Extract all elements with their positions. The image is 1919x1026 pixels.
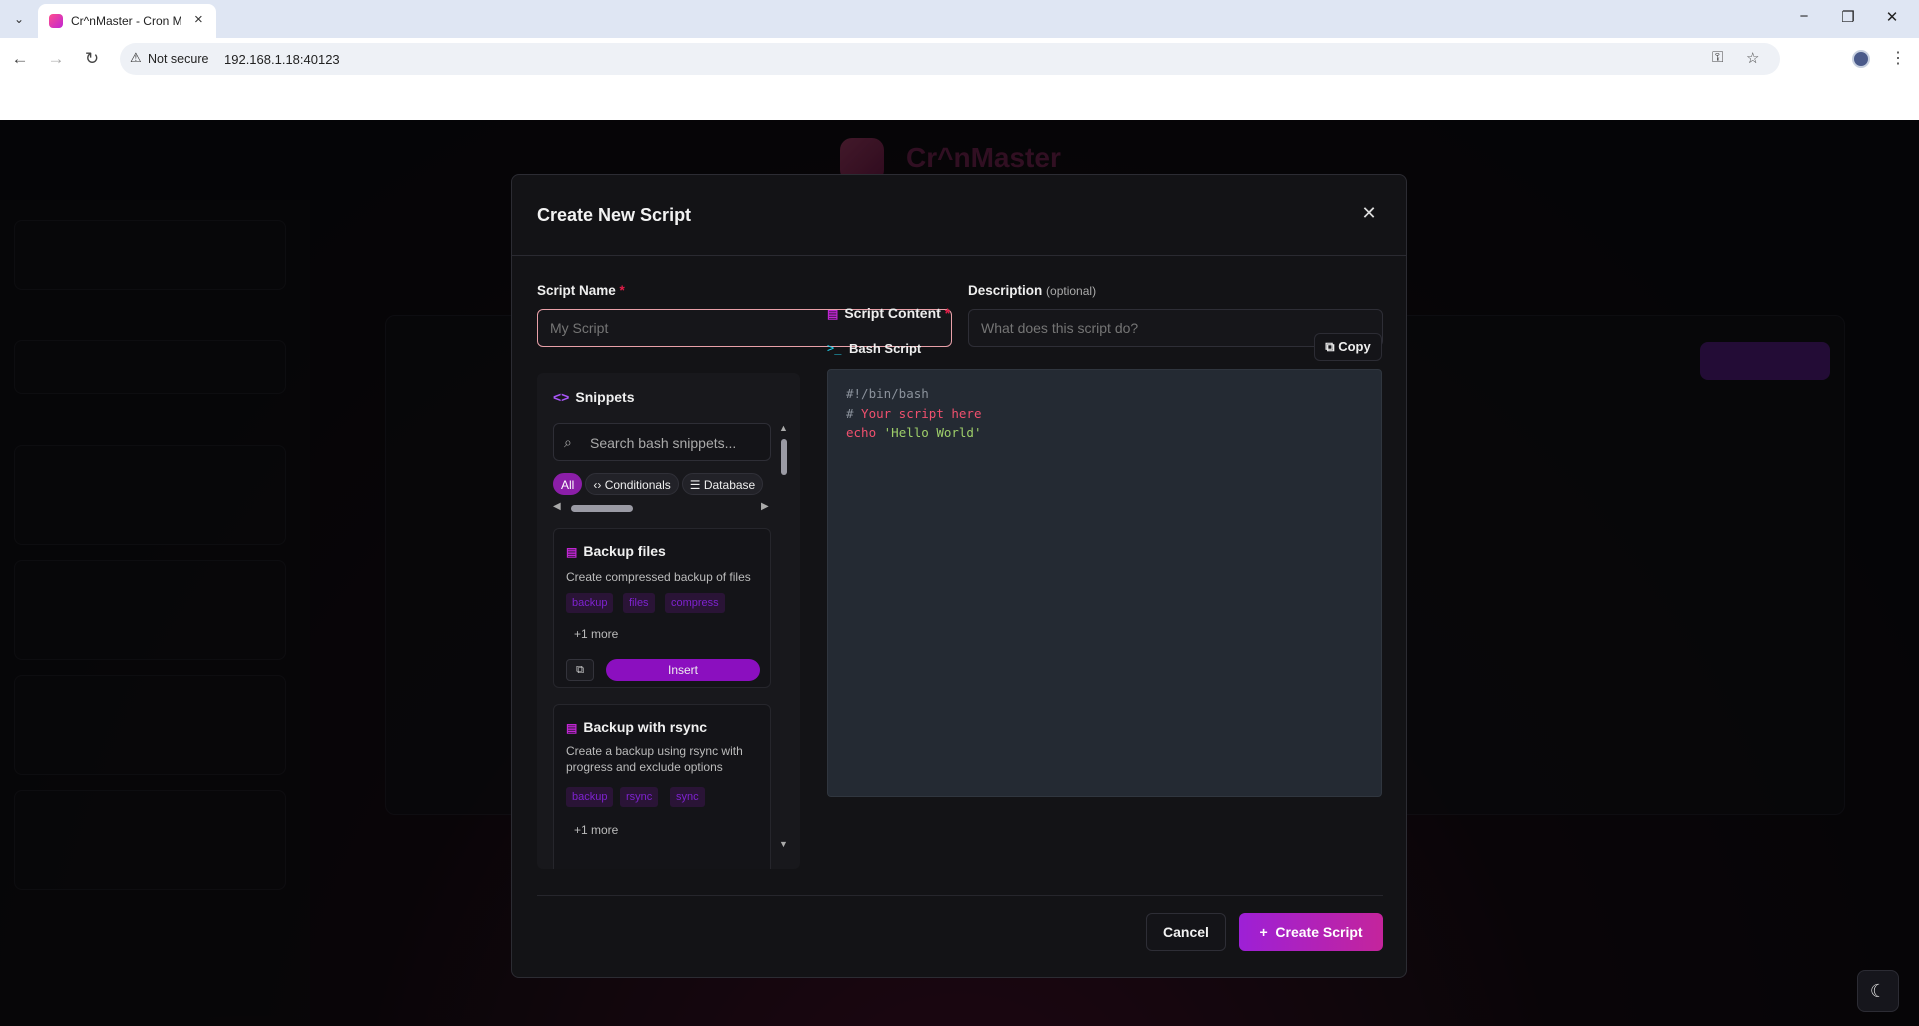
- create-script-button[interactable]: + Create Script: [1239, 913, 1383, 951]
- code-line: echo 'Hello World': [846, 425, 982, 440]
- modal-title: Create New Script: [537, 205, 692, 225]
- copy-icon: ⧉: [1325, 339, 1335, 354]
- horizontal-scrollbar[interactable]: ◀ ▶: [553, 501, 771, 513]
- scrollbar-thumb[interactable]: [781, 439, 787, 475]
- search-icon: ⌕: [564, 434, 572, 450]
- scroll-left-icon[interactable]: ◀: [553, 501, 561, 512]
- back-icon[interactable]: ←: [10, 49, 30, 69]
- close-icon[interactable]: ✕: [1358, 203, 1380, 224]
- script-content-label: ▤ Script Content *: [827, 305, 951, 321]
- reload-icon[interactable]: ↻: [82, 49, 102, 69]
- address-bar-row: ← → ↻ ⚠ Not secure 192.168.1.18:40123 ⚿ …: [0, 38, 1919, 80]
- script-name-label: Script Name *: [537, 283, 625, 298]
- required-asterisk: *: [944, 305, 951, 321]
- filter-chips: All ‹› Conditionals ☰ Database: [553, 473, 773, 497]
- snippet-description: Create compressed backup of files: [566, 570, 751, 584]
- copy-button[interactable]: ⧉ Copy: [1314, 333, 1382, 361]
- file-icon: ▤: [566, 721, 578, 735]
- url-text[interactable]: 192.168.1.18:40123: [224, 52, 340, 67]
- create-script-modal: Create New Script ✕ Script Name * Descri…: [511, 174, 1407, 978]
- divider: [512, 255, 1406, 256]
- snippet-title: ▤ Backup with rsync: [566, 719, 708, 735]
- required-asterisk: *: [619, 283, 625, 298]
- browser-tab[interactable]: Cr^nMaster - Cron M ×: [38, 4, 216, 38]
- plus-icon: +: [1259, 924, 1268, 940]
- bookmark-star-icon[interactable]: ☆: [1746, 49, 1759, 67]
- file-icon: ▤: [827, 307, 839, 321]
- file-icon: ▤: [566, 545, 578, 559]
- editor-title: Bash Script: [849, 341, 922, 356]
- snippet-tag: rsync: [620, 787, 659, 807]
- snippet-tag: compress: [665, 593, 725, 613]
- filter-database[interactable]: ☰ Database: [681, 473, 764, 495]
- code-line: #!/bin/bash: [846, 386, 929, 401]
- tab-search-chevron-icon[interactable]: ⌄: [8, 8, 30, 30]
- snippet-search-input[interactable]: ⌕ Search bash snippets...: [553, 423, 771, 461]
- scroll-right-icon[interactable]: ▶: [761, 501, 769, 512]
- filter-conditionals[interactable]: ‹› Conditionals: [585, 473, 679, 495]
- omnibox[interactable]: ⚠ Not secure 192.168.1.18:40123 ⚿ ☆: [120, 43, 1780, 75]
- snippet-tag: files: [623, 593, 655, 613]
- favicon-icon: [49, 14, 63, 28]
- scroll-down-icon[interactable]: ▼: [779, 839, 788, 849]
- warning-icon: ⚠: [130, 50, 142, 65]
- profile-avatar[interactable]: [1852, 50, 1870, 68]
- snippet-description: Create a backup using rsync with progres…: [566, 744, 743, 774]
- snippet-card[interactable]: ▤ Backup with rsync Create a backup using…: [553, 704, 771, 869]
- tab-close-icon[interactable]: ×: [194, 11, 203, 28]
- restore-icon[interactable]: ❐: [1838, 8, 1858, 26]
- insert-button[interactable]: Insert: [606, 659, 760, 681]
- terminal-icon: >_: [827, 341, 842, 355]
- snippet-tag: backup: [566, 787, 614, 807]
- snippet-tag: sync: [670, 787, 705, 807]
- window-close-icon[interactable]: ✕: [1882, 8, 1902, 26]
- cancel-button[interactable]: Cancel: [1146, 913, 1226, 951]
- scroll-up-icon[interactable]: ▲: [779, 423, 788, 433]
- page-top-strip: [0, 80, 1919, 120]
- forward-icon[interactable]: →: [46, 49, 66, 69]
- copy-snippet-icon[interactable]: ⧉: [566, 659, 594, 681]
- snippet-tag: backup: [566, 593, 614, 613]
- divider: [537, 895, 1383, 896]
- horizontal-scrollbar-thumb[interactable]: [571, 505, 633, 512]
- browser-tab-bar: ⌄ Cr^nMaster - Cron M × − ❐ ✕: [0, 0, 1919, 38]
- minimize-icon[interactable]: −: [1794, 8, 1814, 25]
- code-icon: ‹›: [593, 478, 602, 492]
- snippets-heading: <> Snippets: [553, 389, 635, 405]
- more-tags: +1 more: [574, 627, 619, 641]
- snippet-card[interactable]: ▤ Backup files Create compressed backup o…: [553, 528, 771, 688]
- description-label: Description (optional): [968, 283, 1097, 298]
- password-key-icon[interactable]: ⚿: [1712, 49, 1723, 66]
- vertical-scrollbar[interactable]: ▲ ▼: [779, 423, 789, 853]
- code-line: # Your script here: [846, 405, 982, 421]
- code-icon: <>: [553, 389, 570, 405]
- script-editor[interactable]: #!/bin/bash # Your script here echo 'Hel…: [827, 369, 1382, 797]
- filter-all[interactable]: All: [553, 473, 583, 495]
- theme-toggle-moon-icon[interactable]: ☾: [1857, 970, 1899, 1012]
- editor-header: >_ Bash Script ⧉ Copy: [827, 333, 1382, 367]
- more-tags: +1 more: [574, 823, 619, 837]
- snippets-panel: <> Snippets ⌕ Search bash snippets... ▲ ▼…: [537, 373, 800, 869]
- database-icon: ☰: [689, 478, 701, 492]
- snippet-title: ▤ Backup files: [566, 543, 666, 559]
- tab-title: Cr^nMaster - Cron M: [71, 14, 181, 28]
- browser-menu-icon[interactable]: ⋮: [1890, 48, 1906, 68]
- security-label[interactable]: Not secure: [148, 52, 208, 66]
